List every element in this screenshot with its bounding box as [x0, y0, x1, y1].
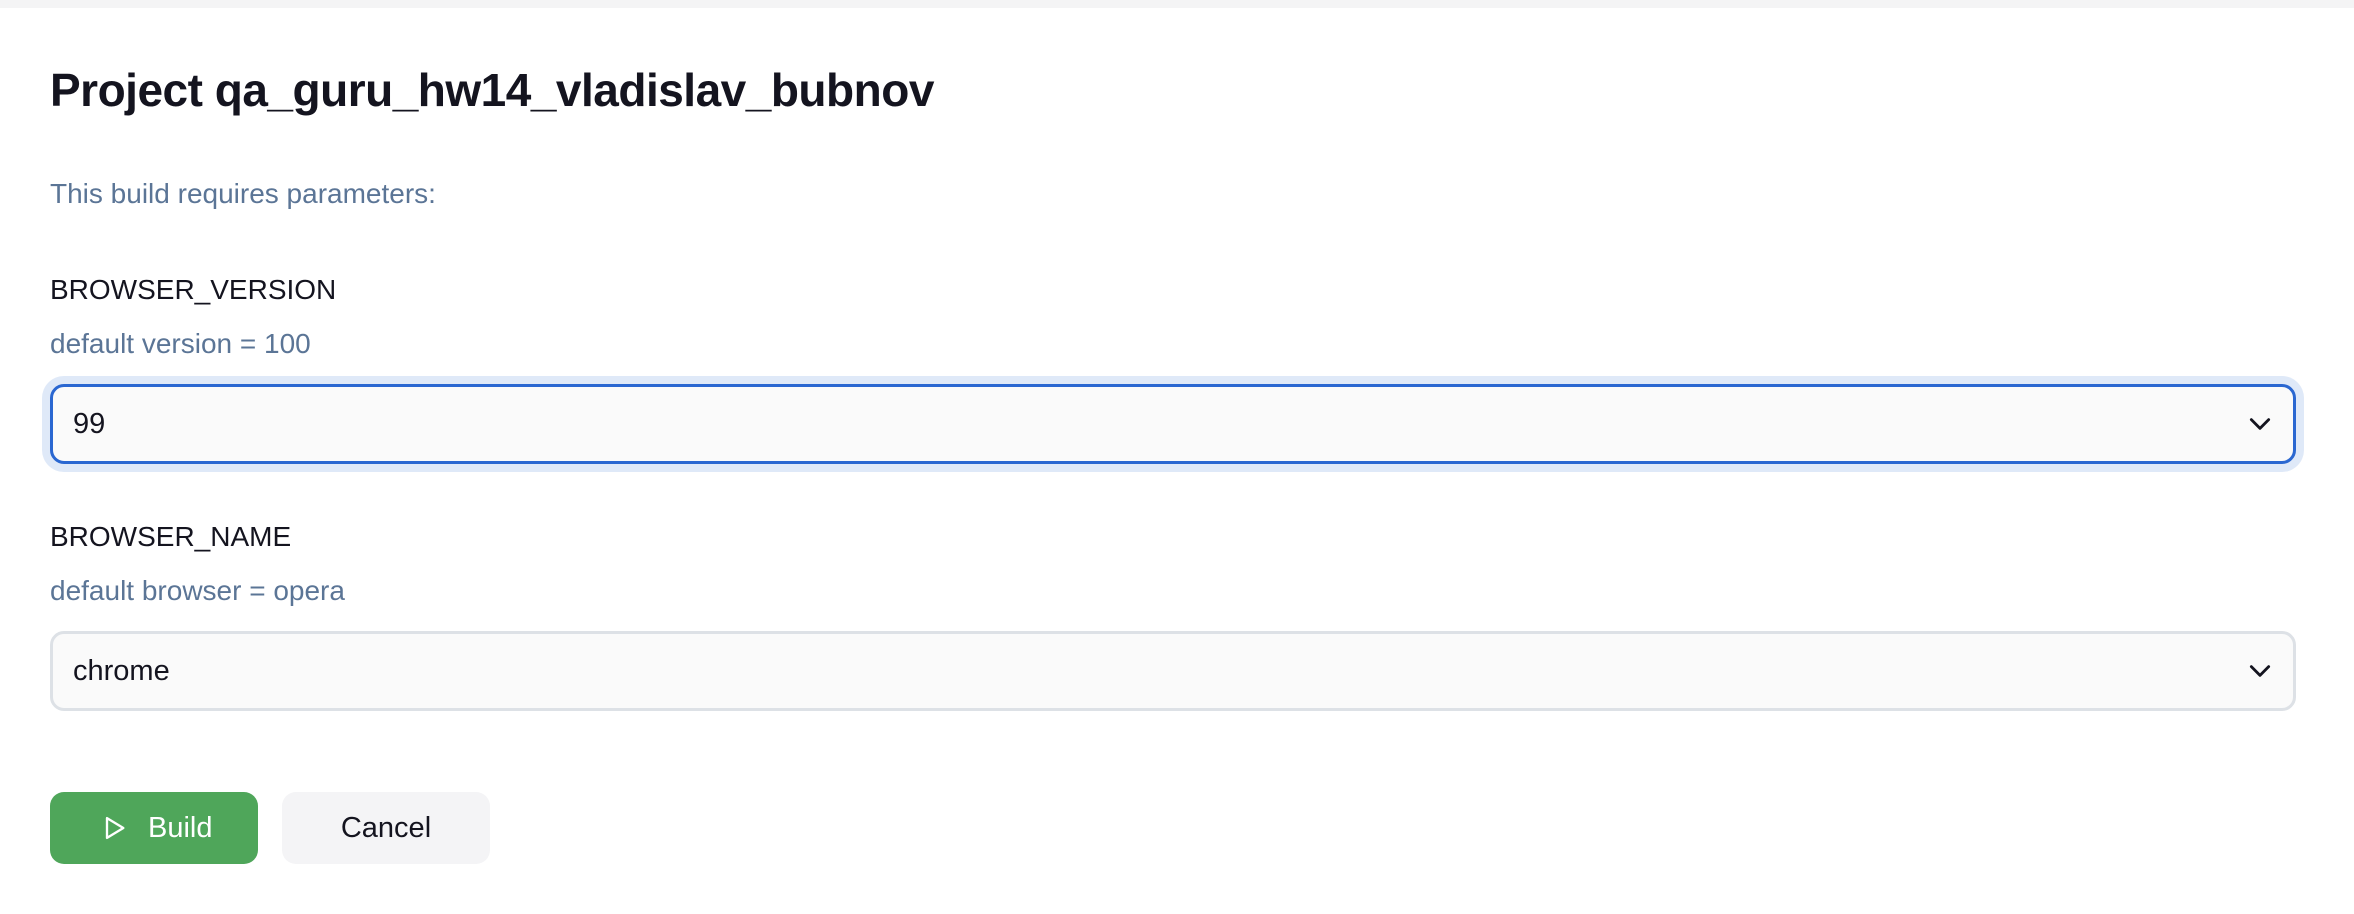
chevron-down-icon	[2249, 665, 2271, 677]
play-icon	[105, 816, 125, 840]
chevron-down-icon	[2249, 418, 2271, 430]
page-title: Project qa_guru_hw14_vladislav_bubnov	[50, 64, 934, 116]
build-button[interactable]: Build	[50, 792, 258, 864]
cancel-button-label: Cancel	[340, 812, 432, 844]
top-strip	[0, 0, 2354, 8]
browser-version-description: default version = 100	[50, 328, 311, 359]
browser-name-label: BROWSER_NAME	[50, 521, 292, 552]
parameters-intro: This build requires parameters:	[50, 178, 436, 209]
browser-version-selected-value: 99	[73, 408, 106, 440]
build-button-label: Build	[148, 812, 213, 844]
cancel-button[interactable]: Cancel	[282, 792, 490, 864]
browser-name-description: default browser = opera	[50, 575, 345, 606]
browser-version-label: BROWSER_VERSION	[50, 274, 337, 305]
browser-version-select[interactable]: 99	[50, 384, 2296, 464]
browser-name-selected-value: chrome	[73, 655, 170, 687]
browser-name-select[interactable]: chrome	[50, 631, 2296, 711]
